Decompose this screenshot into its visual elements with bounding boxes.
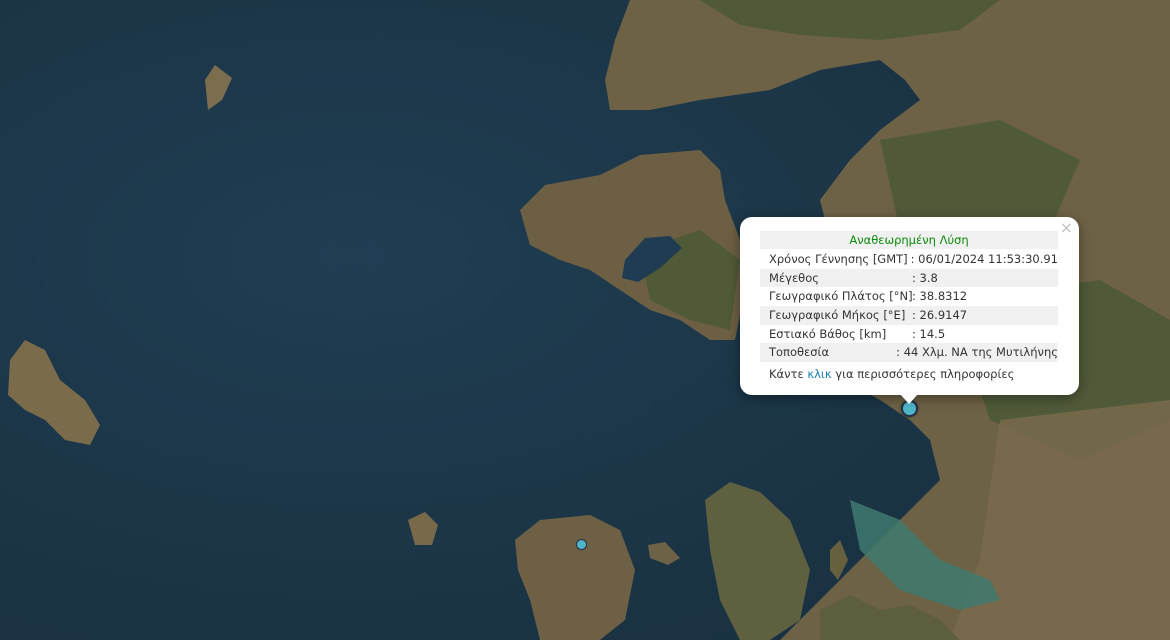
info-label: Εστιακό Βάθος [km] — [769, 326, 887, 341]
footer-text-before: Κάντε — [769, 367, 808, 382]
info-label: Χρόνος Γέννησης [GMT] — [769, 252, 908, 266]
info-value: : 3.8 — [912, 270, 938, 285]
info-value: : 44 Χλμ. ΝΑ της Μυτιλήνης — [896, 345, 1058, 360]
info-value: : 14.5 — [912, 326, 946, 341]
info-row-origin-time: Χρόνος Γέννησης [GMT] : 06/01/2024 11:53… — [760, 250, 1058, 269]
info-row-depth: Εστιακό Βάθος [km] : 14.5 — [760, 325, 1058, 344]
info-row-magnitude: Μέγεθος : 3.8 — [760, 268, 1058, 288]
info-value: : 06/01/2024 11:53:30.91 — [910, 252, 1058, 266]
map-view[interactable]: × Αναθεωρημένη Λύση Χρόνος Γέννησης [GMT… — [0, 0, 1170, 640]
info-label: Γεωγραφικό Μήκος [°E] — [769, 308, 906, 323]
info-row-location: Τοποθεσία : 44 Χλμ. ΝΑ της Μυτιλήνης — [760, 343, 1058, 363]
info-label: Τοποθεσία — [769, 345, 830, 360]
info-row-longitude: Γεωγραφικό Μήκος [°E] : 26.9147 — [760, 306, 1058, 325]
close-icon[interactable]: × — [1060, 220, 1073, 236]
earthquake-popup: × Αναθεωρημένη Λύση Χρόνος Γέννησης [GMT… — [740, 217, 1079, 404]
popup-footer: Κάντε κλικ για περισσότερες πληροφορίες — [760, 365, 1058, 383]
info-value: : 26.9147 — [912, 308, 968, 323]
popup-content: Αναθεωρημένη Λύση Χρόνος Γέννησης [GMT] … — [760, 231, 1058, 383]
footer-text-after: για περισσότερες πληροφορίες — [831, 367, 1015, 382]
info-row-latitude: Γεωγραφικό Πλάτος [°N] : 38.8312 — [760, 287, 1058, 306]
info-value: : 38.8312 — [912, 289, 968, 304]
popup-title: Αναθεωρημένη Λύση — [760, 231, 1058, 249]
more-info-link[interactable]: κλικ — [807, 367, 831, 381]
info-label: Γεωγραφικό Πλάτος [°N] — [769, 289, 913, 304]
earthquake-marker-secondary[interactable] — [576, 539, 587, 550]
info-label: Μέγεθος — [769, 270, 819, 285]
popup-tip — [900, 394, 918, 404]
